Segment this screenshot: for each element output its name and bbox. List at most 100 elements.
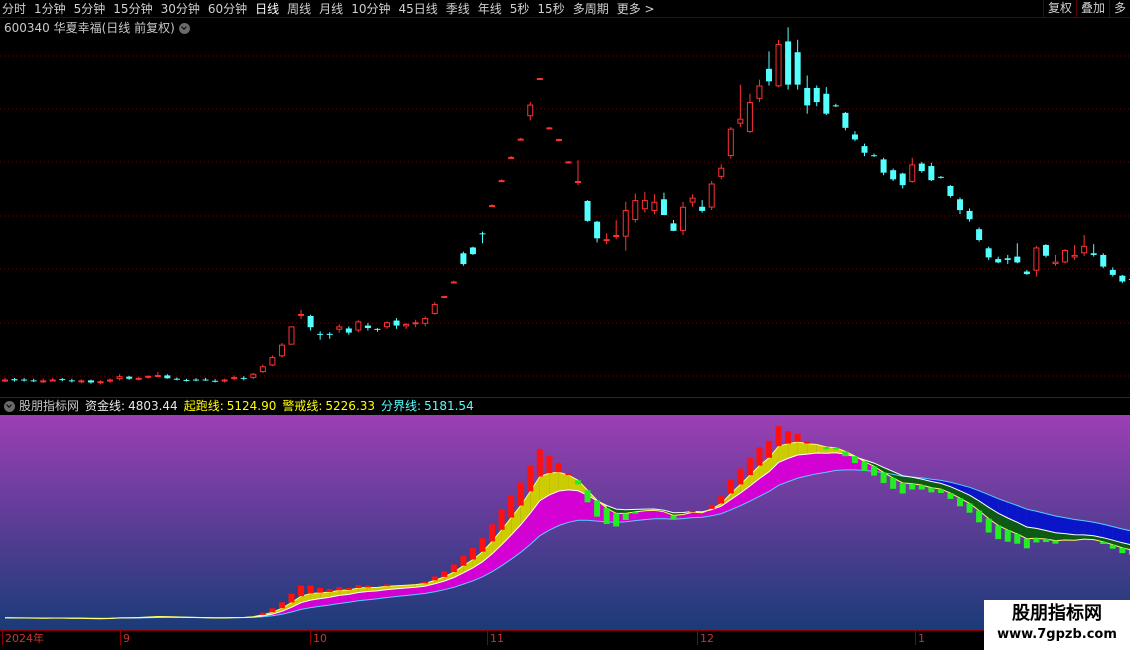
- candle[interactable]: [947, 185, 954, 198]
- main-chart-panel[interactable]: 600340 华夏幸福(日线 前复权): [0, 19, 1130, 397]
- candle[interactable]: [212, 379, 219, 383]
- candle[interactable]: [603, 233, 610, 245]
- toolbar-button[interactable]: 多: [1108, 0, 1130, 17]
- chevron-down-icon[interactable]: [4, 401, 15, 412]
- candle[interactable]: [78, 379, 85, 384]
- candle[interactable]: [727, 127, 734, 159]
- candle[interactable]: [976, 227, 983, 242]
- period-tab[interactable]: 年线: [478, 1, 502, 17]
- candle[interactable]: [842, 112, 849, 131]
- period-tab[interactable]: 15分钟: [113, 1, 152, 17]
- candle[interactable]: [489, 204, 496, 208]
- candle[interactable]: [307, 314, 314, 331]
- stock-title[interactable]: 600340 华夏幸福(日线 前复权): [4, 21, 190, 35]
- period-tab[interactable]: 5秒: [510, 1, 530, 17]
- period-tab[interactable]: 分时: [2, 1, 26, 17]
- candle[interactable]: [622, 201, 629, 251]
- candle[interactable]: [832, 103, 839, 108]
- candle[interactable]: [1081, 235, 1088, 256]
- period-tab[interactable]: 10分钟: [351, 1, 390, 17]
- period-tab[interactable]: 多周期: [573, 1, 609, 17]
- candle[interactable]: [154, 372, 161, 377]
- candle[interactable]: [565, 161, 572, 164]
- candle[interactable]: [469, 246, 476, 255]
- candle[interactable]: [107, 378, 114, 383]
- candle[interactable]: [317, 331, 324, 340]
- candle[interactable]: [164, 374, 171, 379]
- candle[interactable]: [546, 127, 553, 130]
- candle[interactable]: [412, 319, 419, 328]
- candle[interactable]: [1090, 244, 1097, 257]
- candle[interactable]: [59, 377, 66, 382]
- candle[interactable]: [202, 377, 209, 381]
- candle[interactable]: [957, 197, 963, 215]
- candle[interactable]: [259, 364, 266, 373]
- toolbar-button[interactable]: 复权: [1042, 0, 1076, 17]
- candle[interactable]: [1023, 269, 1030, 275]
- candle[interactable]: [909, 157, 916, 183]
- candle[interactable]: [11, 377, 18, 382]
- candle[interactable]: [651, 194, 658, 215]
- candle[interactable]: [861, 143, 868, 157]
- candle[interactable]: [21, 377, 28, 382]
- candle[interactable]: [1004, 254, 1011, 265]
- candle[interactable]: [250, 372, 257, 380]
- candle[interactable]: [355, 320, 362, 333]
- candle[interactable]: [746, 93, 753, 133]
- candle[interactable]: [1109, 267, 1116, 277]
- candle[interactable]: [441, 295, 448, 299]
- candle[interactable]: [670, 220, 677, 231]
- candle[interactable]: [517, 137, 524, 141]
- candle[interactable]: [1071, 244, 1078, 260]
- candle[interactable]: [374, 328, 381, 332]
- candle[interactable]: [145, 375, 152, 379]
- candle[interactable]: [508, 156, 515, 159]
- candle[interactable]: [775, 39, 782, 88]
- candle[interactable]: [116, 374, 123, 381]
- candle[interactable]: [766, 51, 772, 86]
- candle[interactable]: [890, 168, 897, 181]
- candle[interactable]: [2, 377, 8, 383]
- candle[interactable]: [871, 153, 878, 157]
- candle[interactable]: [985, 246, 992, 260]
- candle[interactable]: [384, 321, 390, 329]
- candle[interactable]: [68, 378, 75, 383]
- candle[interactable]: [288, 326, 295, 345]
- candle[interactable]: [30, 378, 37, 383]
- candle[interactable]: [555, 138, 562, 142]
- candle[interactable]: [221, 378, 228, 383]
- candle[interactable]: [584, 200, 591, 222]
- candle[interactable]: [431, 302, 438, 315]
- period-tab[interactable]: 5分钟: [74, 1, 106, 17]
- candle[interactable]: [173, 377, 180, 381]
- candle[interactable]: [393, 318, 400, 329]
- candle[interactable]: [918, 161, 925, 173]
- candle[interactable]: [699, 200, 706, 213]
- candle[interactable]: [326, 332, 333, 339]
- period-tab[interactable]: 60分钟: [208, 1, 247, 17]
- candle[interactable]: [737, 84, 744, 127]
- period-tab[interactable]: 15秒: [537, 1, 564, 17]
- candle[interactable]: [1033, 245, 1040, 277]
- candle[interactable]: [269, 355, 276, 367]
- candle[interactable]: [527, 102, 534, 121]
- candle[interactable]: [937, 176, 944, 179]
- toolbar-button[interactable]: 叠加: [1075, 0, 1109, 17]
- candle[interactable]: [613, 220, 620, 240]
- candle[interactable]: [689, 194, 696, 207]
- indicator-name[interactable]: 股朋指标网: [19, 399, 79, 414]
- candle[interactable]: [1119, 274, 1126, 284]
- candle[interactable]: [345, 326, 352, 335]
- period-tab[interactable]: 季线: [446, 1, 470, 17]
- candle[interactable]: [708, 181, 715, 211]
- candle[interactable]: [594, 220, 601, 243]
- candle[interactable]: [536, 77, 543, 80]
- period-tab[interactable]: 1分钟: [34, 1, 66, 17]
- candle[interactable]: [135, 376, 142, 381]
- candle[interactable]: [1052, 254, 1059, 266]
- chevron-down-icon[interactable]: [178, 22, 190, 34]
- period-tab[interactable]: 周线: [287, 1, 311, 17]
- candle[interactable]: [240, 376, 247, 381]
- candle[interactable]: [632, 193, 639, 223]
- candle[interactable]: [479, 231, 486, 244]
